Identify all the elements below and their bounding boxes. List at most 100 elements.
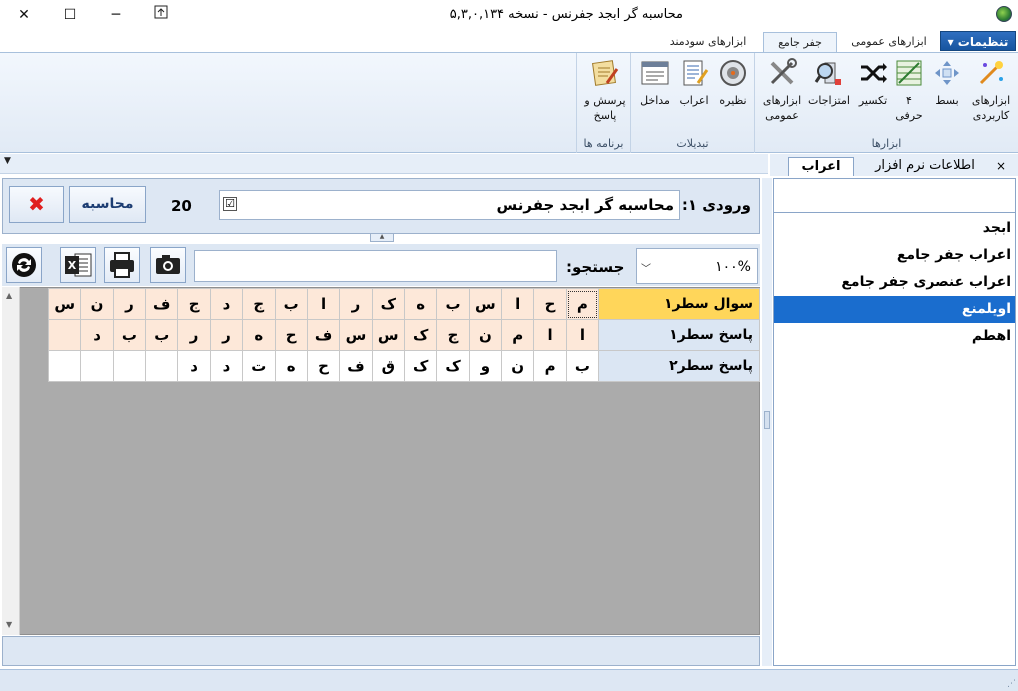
grid-vertical-scrollbar[interactable]: ▲ ▼ bbox=[2, 287, 20, 635]
list-item-selected[interactable]: اویلمنع bbox=[774, 296, 1015, 323]
grid-cell[interactable]: ر bbox=[339, 288, 373, 320]
grid-cell[interactable]: ه bbox=[274, 350, 308, 382]
question-answer-button[interactable]: پرسش و پاسخ bbox=[581, 57, 629, 123]
earab-button[interactable]: اعراب bbox=[675, 57, 713, 108]
splitter-grip[interactable] bbox=[764, 411, 770, 429]
tab-useful-tools[interactable]: ابزارهای سودمند bbox=[658, 32, 758, 52]
grid-cell[interactable]: ر bbox=[209, 319, 244, 351]
grid-cell[interactable]: ج bbox=[436, 319, 470, 351]
grid-cell[interactable]: ب bbox=[436, 288, 470, 320]
grid-cell[interactable]: ه bbox=[403, 288, 438, 320]
grid-cell[interactable]: ک bbox=[371, 288, 405, 320]
grid-cell[interactable]: ک bbox=[403, 319, 438, 351]
grid-row-header[interactable]: پاسخ سطر۱ bbox=[598, 319, 760, 351]
grid-cell[interactable]: س bbox=[371, 319, 405, 351]
grid-cell[interactable]: م bbox=[501, 319, 535, 351]
minimize-window-button[interactable]: ─ bbox=[106, 5, 126, 25]
grid-cell[interactable]: ت bbox=[242, 350, 276, 382]
export-excel-button[interactable]: X bbox=[60, 247, 96, 283]
input-text-field[interactable]: محاسبه گر ابجد جفرنس bbox=[219, 190, 680, 220]
taksir-button[interactable]: تکسیر bbox=[853, 57, 893, 108]
grid-cell[interactable]: ن bbox=[80, 288, 114, 320]
grid-cell[interactable]: ن bbox=[501, 350, 535, 382]
grid-cell[interactable]: ف bbox=[306, 319, 341, 351]
grid-cell[interactable]: ج bbox=[177, 288, 211, 320]
search-input[interactable] bbox=[194, 250, 557, 282]
earab-filter-input[interactable] bbox=[774, 179, 1015, 213]
list-item[interactable]: اعراب جفر جامع bbox=[774, 242, 1015, 269]
grid-cell[interactable]: ب bbox=[112, 319, 147, 351]
grid-cell[interactable]: ه bbox=[242, 319, 276, 351]
grid-cell[interactable]: و bbox=[468, 350, 503, 382]
list-item[interactable]: اهطم bbox=[774, 323, 1015, 350]
grid-cell[interactable]: ب bbox=[274, 288, 308, 320]
grid-row-header[interactable]: سوال سطر۱ bbox=[598, 288, 760, 320]
grid-cell[interactable]: م bbox=[565, 288, 600, 320]
expand-button[interactable]: بسط bbox=[927, 57, 967, 108]
emtezajat-button[interactable]: امتزاجات bbox=[805, 57, 853, 108]
collapse-up-icon[interactable]: ▲ bbox=[370, 234, 394, 242]
grid-cell[interactable]: د bbox=[80, 319, 114, 351]
practical-tools-button[interactable]: ابزارهای کاربردی bbox=[965, 57, 1017, 123]
grid-cell[interactable]: ر bbox=[112, 288, 147, 320]
grid-cell[interactable]: ر bbox=[177, 319, 211, 351]
grid-cell[interactable]: ا bbox=[533, 319, 567, 351]
grid-cell[interactable]: ن bbox=[468, 319, 503, 351]
grid-cell[interactable]: ح bbox=[274, 319, 308, 351]
nazireh-button[interactable]: نظیره bbox=[715, 57, 751, 108]
grid-cell[interactable]: ک bbox=[403, 350, 438, 382]
list-item[interactable]: اعراب عنصری جفر جامع bbox=[774, 269, 1015, 296]
close-info-tab-icon[interactable]: × bbox=[996, 159, 1006, 173]
grid-cell[interactable]: ا bbox=[306, 288, 341, 320]
grid-cell[interactable]: د bbox=[209, 350, 244, 382]
grid-cell[interactable]: ح bbox=[306, 350, 341, 382]
grid-cell[interactable]: س bbox=[339, 319, 373, 351]
tab-earab[interactable]: اعراب bbox=[788, 157, 854, 176]
grid-cell[interactable]: ج bbox=[242, 288, 276, 320]
grid-cell[interactable]: م bbox=[533, 350, 567, 382]
grid-cell[interactable]: ب bbox=[565, 350, 600, 382]
scroll-down-icon[interactable]: ▼ bbox=[6, 620, 12, 629]
close-window-button[interactable]: ✕ bbox=[14, 5, 34, 25]
grid-cell[interactable]: ف bbox=[339, 350, 373, 382]
settings-menu-button[interactable]: تنظیمات ▾ bbox=[940, 31, 1016, 51]
grid-cell[interactable]: د bbox=[177, 350, 211, 382]
grid-cell[interactable] bbox=[47, 350, 82, 382]
ribbon-group-tools: ابزارهای کاربردی بسط ۴ حرفی تکسیر امتزاج… bbox=[754, 53, 1018, 153]
refresh-button[interactable] bbox=[6, 247, 42, 283]
tab-software-info[interactable]: اطلاعات نرم افزار bbox=[858, 157, 992, 176]
resize-grip-icon[interactable]: ⋰ bbox=[1007, 679, 1016, 689]
tab-jafr-jame[interactable]: جفر جامع bbox=[763, 32, 837, 53]
grid-cell[interactable] bbox=[112, 350, 147, 382]
grid-cell[interactable]: ق bbox=[371, 350, 405, 382]
list-item[interactable]: ابجد bbox=[774, 215, 1015, 242]
grid-cell[interactable]: ا bbox=[565, 319, 600, 351]
grid-cell[interactable]: د bbox=[209, 288, 244, 320]
grid-cell[interactable] bbox=[80, 350, 114, 382]
panel-splitter[interactable] bbox=[762, 178, 772, 666]
cancel-button[interactable]: ✖ bbox=[9, 186, 64, 223]
grid-cell[interactable]: س bbox=[468, 288, 503, 320]
grid-cell[interactable]: س bbox=[47, 288, 82, 320]
grid-cell[interactable]: ا bbox=[501, 288, 535, 320]
four-letter-button[interactable]: ۴ حرفی bbox=[891, 57, 927, 123]
input-checkbox[interactable]: ☑ bbox=[223, 197, 237, 211]
tab-general-tools[interactable]: ابزارهای عمومی bbox=[842, 32, 936, 52]
screenshot-button[interactable] bbox=[150, 247, 186, 283]
calculate-button[interactable]: محاسبه bbox=[69, 186, 146, 223]
grid-cell[interactable] bbox=[145, 350, 179, 382]
scroll-up-icon[interactable]: ▲ bbox=[6, 291, 12, 300]
print-button[interactable] bbox=[104, 247, 140, 283]
madakhel-button[interactable]: مداخل bbox=[635, 57, 675, 108]
grid-row-header[interactable]: پاسخ سطر۲ bbox=[598, 350, 760, 382]
grid-cell[interactable]: ف bbox=[145, 288, 179, 320]
general-tools-button[interactable]: ابزارهای عمومی bbox=[757, 57, 807, 123]
grid-cell[interactable]: ک bbox=[436, 350, 470, 382]
pin-window-button[interactable] bbox=[151, 5, 171, 25]
maximize-window-button[interactable]: ☐ bbox=[60, 5, 80, 25]
grid-cell[interactable]: ب bbox=[145, 319, 179, 351]
zoom-select[interactable]: ۱۰۰% ﹀ bbox=[636, 248, 758, 284]
grid-cell[interactable]: ح bbox=[533, 288, 567, 320]
strip-dropdown-icon[interactable]: ▼ bbox=[4, 156, 11, 166]
grid-cell[interactable] bbox=[47, 319, 82, 351]
